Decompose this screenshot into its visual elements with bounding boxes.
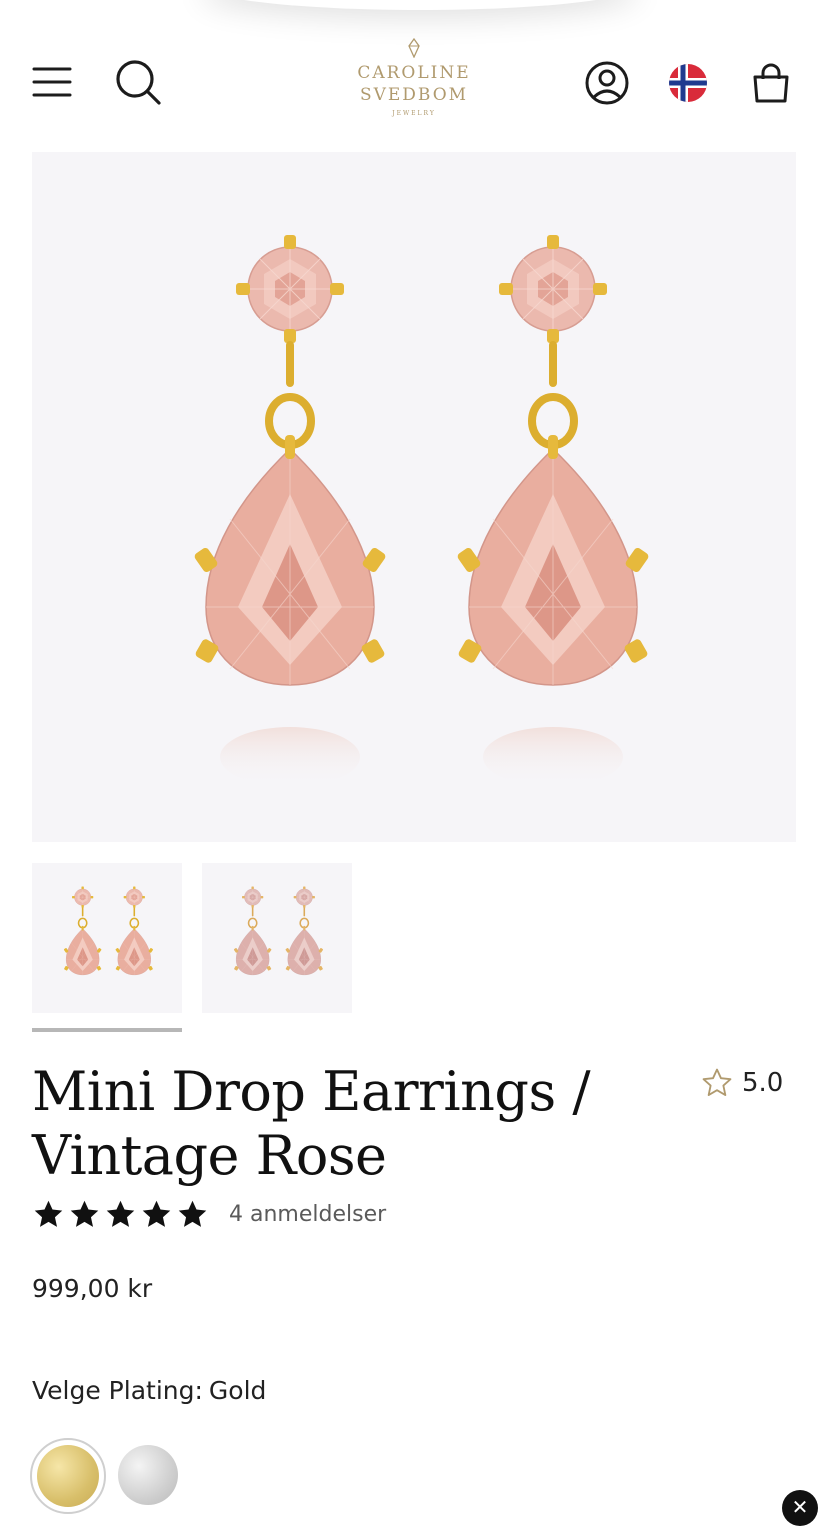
swatch-silver[interactable] <box>118 1445 178 1505</box>
star-filled-icon <box>106 1200 135 1227</box>
cart-icon[interactable] <box>748 60 794 106</box>
thumbnail-silver[interactable] <box>202 863 352 1013</box>
star-outline-icon <box>702 1068 732 1096</box>
search-icon[interactable] <box>114 58 162 106</box>
plating-selector-label: Velge Plating: Gold <box>32 1376 266 1405</box>
plating-label: Velge Plating: <box>32 1376 203 1405</box>
logo-mark-icon <box>408 37 420 59</box>
product-title-line2: Vintage Rose <box>32 1124 387 1187</box>
account-icon[interactable] <box>584 60 630 106</box>
menu-icon[interactable] <box>30 62 74 102</box>
product-title: Mini Drop Earrings / Vintage Rose <box>32 1060 652 1188</box>
star-filled-icon <box>34 1200 63 1227</box>
active-thumbnail-indicator <box>32 1028 182 1032</box>
star-filled-icon <box>70 1200 99 1227</box>
product-price: 999,00 kr <box>32 1274 153 1303</box>
rating-summary[interactable]: 5.0 <box>700 1066 783 1100</box>
product-main-image[interactable] <box>32 152 796 842</box>
close-icon[interactable]: ✕ <box>782 1490 818 1526</box>
star-filled-icon <box>178 1200 207 1227</box>
site-header: CAROLINE SVEDBOM JEWELRY <box>0 0 828 150</box>
reviews-count[interactable]: 4 anmeldelser <box>229 1202 386 1227</box>
rating-value: 5.0 <box>742 1068 784 1098</box>
reviews-row[interactable]: 4 anmeldelser <box>32 1198 386 1231</box>
plating-selected-value: Gold <box>208 1376 267 1405</box>
star-filled-icon <box>142 1200 171 1227</box>
star-rating <box>32 1198 209 1231</box>
norway-flag-icon[interactable] <box>666 61 710 105</box>
brand-logo[interactable]: CAROLINE SVEDBOM JEWELRY <box>314 37 514 117</box>
logo-text-line2: SVEDBOM <box>359 85 469 105</box>
product-title-line1: Mini Drop Earrings / <box>32 1060 591 1123</box>
thumbnail-gold[interactable] <box>32 863 182 1013</box>
swatch-gold[interactable] <box>37 1445 99 1507</box>
logo-text-line3: JEWELRY <box>392 110 436 117</box>
logo-text-line1: CAROLINE <box>357 63 471 83</box>
